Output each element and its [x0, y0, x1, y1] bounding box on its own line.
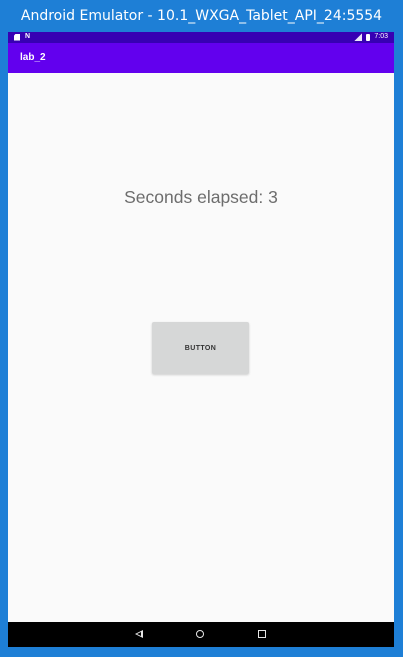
status-left-icons: N [14, 33, 30, 41]
emulator-window-titlebar[interactable]: Android Emulator - 10.1_WXGA_Tablet_API_… [0, 0, 403, 32]
main-button[interactable]: BUTTON [152, 322, 249, 374]
sim-card-icon [14, 33, 20, 41]
n-notification-icon: N [25, 33, 31, 40]
window-title: Android Emulator - 10.1_WXGA_Tablet_API_… [20, 8, 383, 24]
back-icon[interactable] [135, 630, 143, 638]
seconds-elapsed-text: Seconds elapsed: 3 [124, 187, 278, 207]
navigation-bar [8, 622, 394, 647]
status-bar: N 7:03 [8, 32, 394, 43]
device-screen: N 7:03 lab_2 Seconds elapsed: 3 BUTTON [8, 32, 394, 647]
home-icon[interactable] [196, 630, 204, 638]
battery-icon [366, 33, 371, 41]
status-clock: 7:03 [374, 33, 388, 40]
app-title: lab_2 [20, 52, 46, 63]
app-bar: lab_2 [8, 43, 394, 73]
status-right-icons: 7:03 [354, 33, 388, 41]
signal-icon [354, 33, 363, 41]
recents-icon[interactable] [258, 630, 266, 638]
